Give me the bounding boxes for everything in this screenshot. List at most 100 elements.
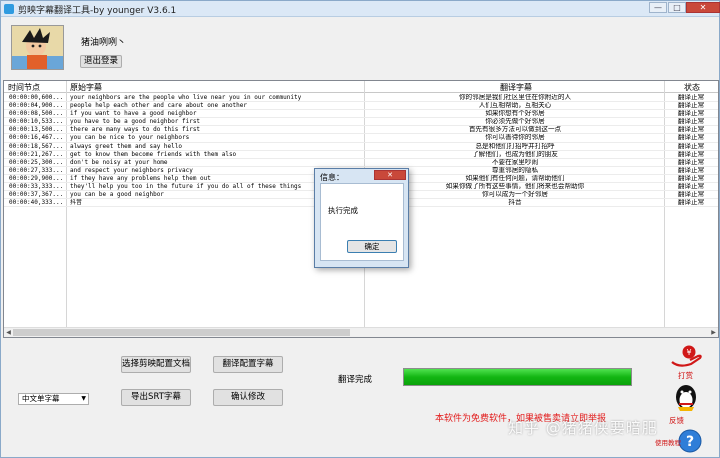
cell-time[interactable]: 00:00:18,567... bbox=[9, 143, 66, 151]
cell-time[interactable]: 00:00:40,333... bbox=[9, 199, 66, 207]
cell-translated[interactable]: 你必须先做个好邻居 bbox=[366, 118, 664, 126]
cell-time[interactable]: 00:00:16,467... bbox=[9, 134, 66, 142]
chevron-down-icon: ▼ bbox=[81, 395, 86, 402]
cell-original[interactable]: there are many ways to do this first bbox=[70, 126, 362, 134]
cell-status[interactable]: 翻译正常 bbox=[666, 110, 716, 118]
cell-translated[interactable]: 你可以成为一个好邻居 bbox=[366, 191, 664, 199]
cell-original[interactable]: don't be noisy at your home bbox=[70, 159, 362, 167]
cell-time[interactable]: 00:00:25,300... bbox=[9, 159, 66, 167]
cell-original[interactable]: always greet them and say hello bbox=[70, 143, 362, 151]
logout-button[interactable]: 退出登录 bbox=[80, 55, 122, 68]
table-header: 时间节点 原始字幕 翻译字幕 状态 bbox=[4, 81, 718, 93]
svg-text:?: ? bbox=[686, 434, 694, 450]
dialog-message: 执行完成 bbox=[328, 206, 358, 215]
table-row[interactable]: 00:00:00,600... your neighbors are the pe… bbox=[4, 94, 718, 103]
cell-status[interactable]: 翻译正常 bbox=[666, 183, 716, 191]
cell-translated[interactable]: 了解他们，也成为他们的朋友 bbox=[366, 151, 664, 159]
select-config-doc-button[interactable]: 选择剪映配置文档 bbox=[121, 356, 191, 373]
cell-status[interactable]: 翻译正常 bbox=[666, 143, 716, 151]
feedback-label[interactable]: 反馈 bbox=[669, 415, 684, 426]
cell-status[interactable]: 翻译正常 bbox=[666, 102, 716, 110]
cell-status[interactable]: 翻译正常 bbox=[666, 199, 716, 207]
cell-status[interactable]: 翻译正常 bbox=[666, 175, 716, 183]
cell-status[interactable]: 翻译正常 bbox=[666, 167, 716, 175]
cell-time[interactable]: 00:00:10,533... bbox=[9, 118, 66, 126]
cell-original[interactable]: your neighbors are the people who live n… bbox=[70, 94, 362, 102]
cell-time[interactable]: 00:00:08,500... bbox=[9, 110, 66, 118]
translate-config-button[interactable]: 翻译配置字幕 bbox=[213, 356, 283, 373]
cell-time[interactable]: 00:00:13,500... bbox=[9, 126, 66, 134]
horizontal-scrollbar[interactable]: ◀ ▶ bbox=[4, 327, 718, 337]
maximize-button[interactable]: □ bbox=[668, 2, 686, 13]
table-row[interactable]: 00:00:08,500... if you want to have a goo… bbox=[4, 110, 718, 119]
username: 猪油咧咧丶 bbox=[81, 38, 127, 48]
cell-translated[interactable]: 如果你想有个好邻居 bbox=[366, 110, 664, 118]
cell-translated[interactable]: 尊重邻居的隐私 bbox=[366, 167, 664, 175]
cell-translated[interactable]: 你的邻居是我们社区里住在你附近的人 bbox=[366, 94, 664, 102]
app-window: 剪映字幕翻译工具-by younger V3.6.1 — □ ✕ 猪油咧咧丶 退… bbox=[0, 0, 720, 458]
column-header-translated[interactable]: 翻译字幕 bbox=[500, 82, 532, 93]
cell-time[interactable]: 00:00:37,367... bbox=[9, 191, 66, 199]
scroll-right-icon[interactable]: ▶ bbox=[709, 328, 718, 337]
cell-time[interactable]: 00:00:33,333... bbox=[9, 183, 66, 191]
tip-label[interactable]: 打赏 bbox=[678, 370, 693, 381]
cell-translated[interactable]: 如果你做了所有这些事情，他们将来也会帮助你 bbox=[366, 183, 664, 191]
window-title: 剪映字幕翻译工具-by younger V3.6.1 bbox=[18, 6, 177, 16]
progress-bar bbox=[403, 368, 632, 386]
cell-translated[interactable]: 不要在家里吵闹 bbox=[366, 159, 664, 167]
dialog-close-button[interactable]: ✕ bbox=[374, 170, 406, 180]
avatar-image bbox=[12, 26, 63, 69]
cell-original[interactable]: if you want to have a good neighbor bbox=[70, 110, 362, 118]
tutorial-label[interactable]: 使用教程 bbox=[655, 437, 681, 447]
table-row[interactable]: 00:00:21,267... get to know them become f… bbox=[4, 151, 718, 159]
table-row[interactable]: 00:00:25,300... don't be noisy at your ho… bbox=[4, 159, 718, 167]
cell-translated[interactable]: 如果他们有任何问题，请帮助他们 bbox=[366, 175, 664, 183]
table-row[interactable]: 00:00:13,500... there are many ways to do… bbox=[4, 126, 718, 135]
cell-time[interactable]: 00:00:21,267... bbox=[9, 151, 66, 159]
table-row[interactable]: 00:00:04,900... people help each other an… bbox=[4, 102, 718, 111]
cell-original[interactable]: people help each other and care about on… bbox=[70, 102, 362, 110]
scrollbar-thumb[interactable] bbox=[13, 329, 350, 336]
language-select[interactable]: 中文单字幕 ▼ bbox=[18, 393, 89, 405]
dialog-ok-button[interactable]: 确定 bbox=[347, 240, 397, 253]
cell-translated[interactable]: 人们互相帮助，互相关心 bbox=[366, 102, 664, 110]
control-panel bbox=[3, 340, 719, 457]
help-icon[interactable]: ? bbox=[678, 429, 702, 453]
confirm-modify-button[interactable]: 确认修改 bbox=[213, 389, 283, 406]
minimize-button[interactable]: — bbox=[649, 2, 667, 13]
scroll-left-icon[interactable]: ◀ bbox=[4, 328, 13, 337]
cell-status[interactable]: 翻译正常 bbox=[666, 126, 716, 134]
close-button[interactable]: ✕ bbox=[686, 2, 720, 13]
column-header-original[interactable]: 原始字幕 bbox=[70, 82, 102, 93]
cell-translated[interactable]: 你可以善待你的邻居 bbox=[366, 134, 664, 142]
cell-translated[interactable]: 首先有很多方法可以做到这一点 bbox=[366, 126, 664, 134]
cell-time[interactable]: 00:00:00,600... bbox=[9, 94, 66, 102]
tip-icon[interactable]: ¥ bbox=[669, 344, 703, 370]
dialog-body: 执行完成 确定 bbox=[320, 183, 404, 261]
column-header-status[interactable]: 状态 bbox=[684, 82, 700, 93]
progress-fill bbox=[404, 369, 631, 385]
status-label: 翻译完成 bbox=[338, 375, 373, 385]
feedback-icon[interactable] bbox=[669, 384, 703, 412]
table-row[interactable]: 00:00:16,467... you can be nice to your n… bbox=[4, 134, 718, 143]
cell-original[interactable]: get to know them become friends with the… bbox=[70, 151, 362, 159]
svg-text:¥: ¥ bbox=[686, 348, 691, 357]
cell-translated[interactable]: 抖音 bbox=[366, 199, 664, 207]
cell-status[interactable]: 翻译正常 bbox=[666, 191, 716, 199]
cell-original[interactable]: you have to be a good neighbor first bbox=[70, 118, 362, 126]
cell-time[interactable]: 00:00:27,333... bbox=[9, 167, 66, 175]
table-row[interactable]: 00:00:10,533... you have to be a good nei… bbox=[4, 118, 718, 127]
cell-translated[interactable]: 总是和他们打招呼并打招呼 bbox=[366, 143, 664, 151]
cell-status[interactable]: 翻译正常 bbox=[666, 151, 716, 159]
cell-time[interactable]: 00:00:04,900... bbox=[9, 102, 66, 110]
column-header-time[interactable]: 时间节点 bbox=[8, 82, 40, 93]
cell-status[interactable]: 翻译正常 bbox=[666, 118, 716, 126]
cell-status[interactable]: 翻译正常 bbox=[666, 159, 716, 167]
cell-status[interactable]: 翻译正常 bbox=[666, 134, 716, 142]
cell-time[interactable]: 00:00:29,900... bbox=[9, 175, 66, 183]
table-row[interactable]: 00:00:18,567... always greet them and say… bbox=[4, 143, 718, 151]
cell-status[interactable]: 翻译正常 bbox=[666, 94, 716, 102]
cell-original[interactable]: you can be nice to your neighbors bbox=[70, 134, 362, 142]
export-srt-button[interactable]: 导出SRT字幕 bbox=[121, 389, 191, 406]
language-select-value: 中文单字幕 bbox=[22, 394, 60, 403]
